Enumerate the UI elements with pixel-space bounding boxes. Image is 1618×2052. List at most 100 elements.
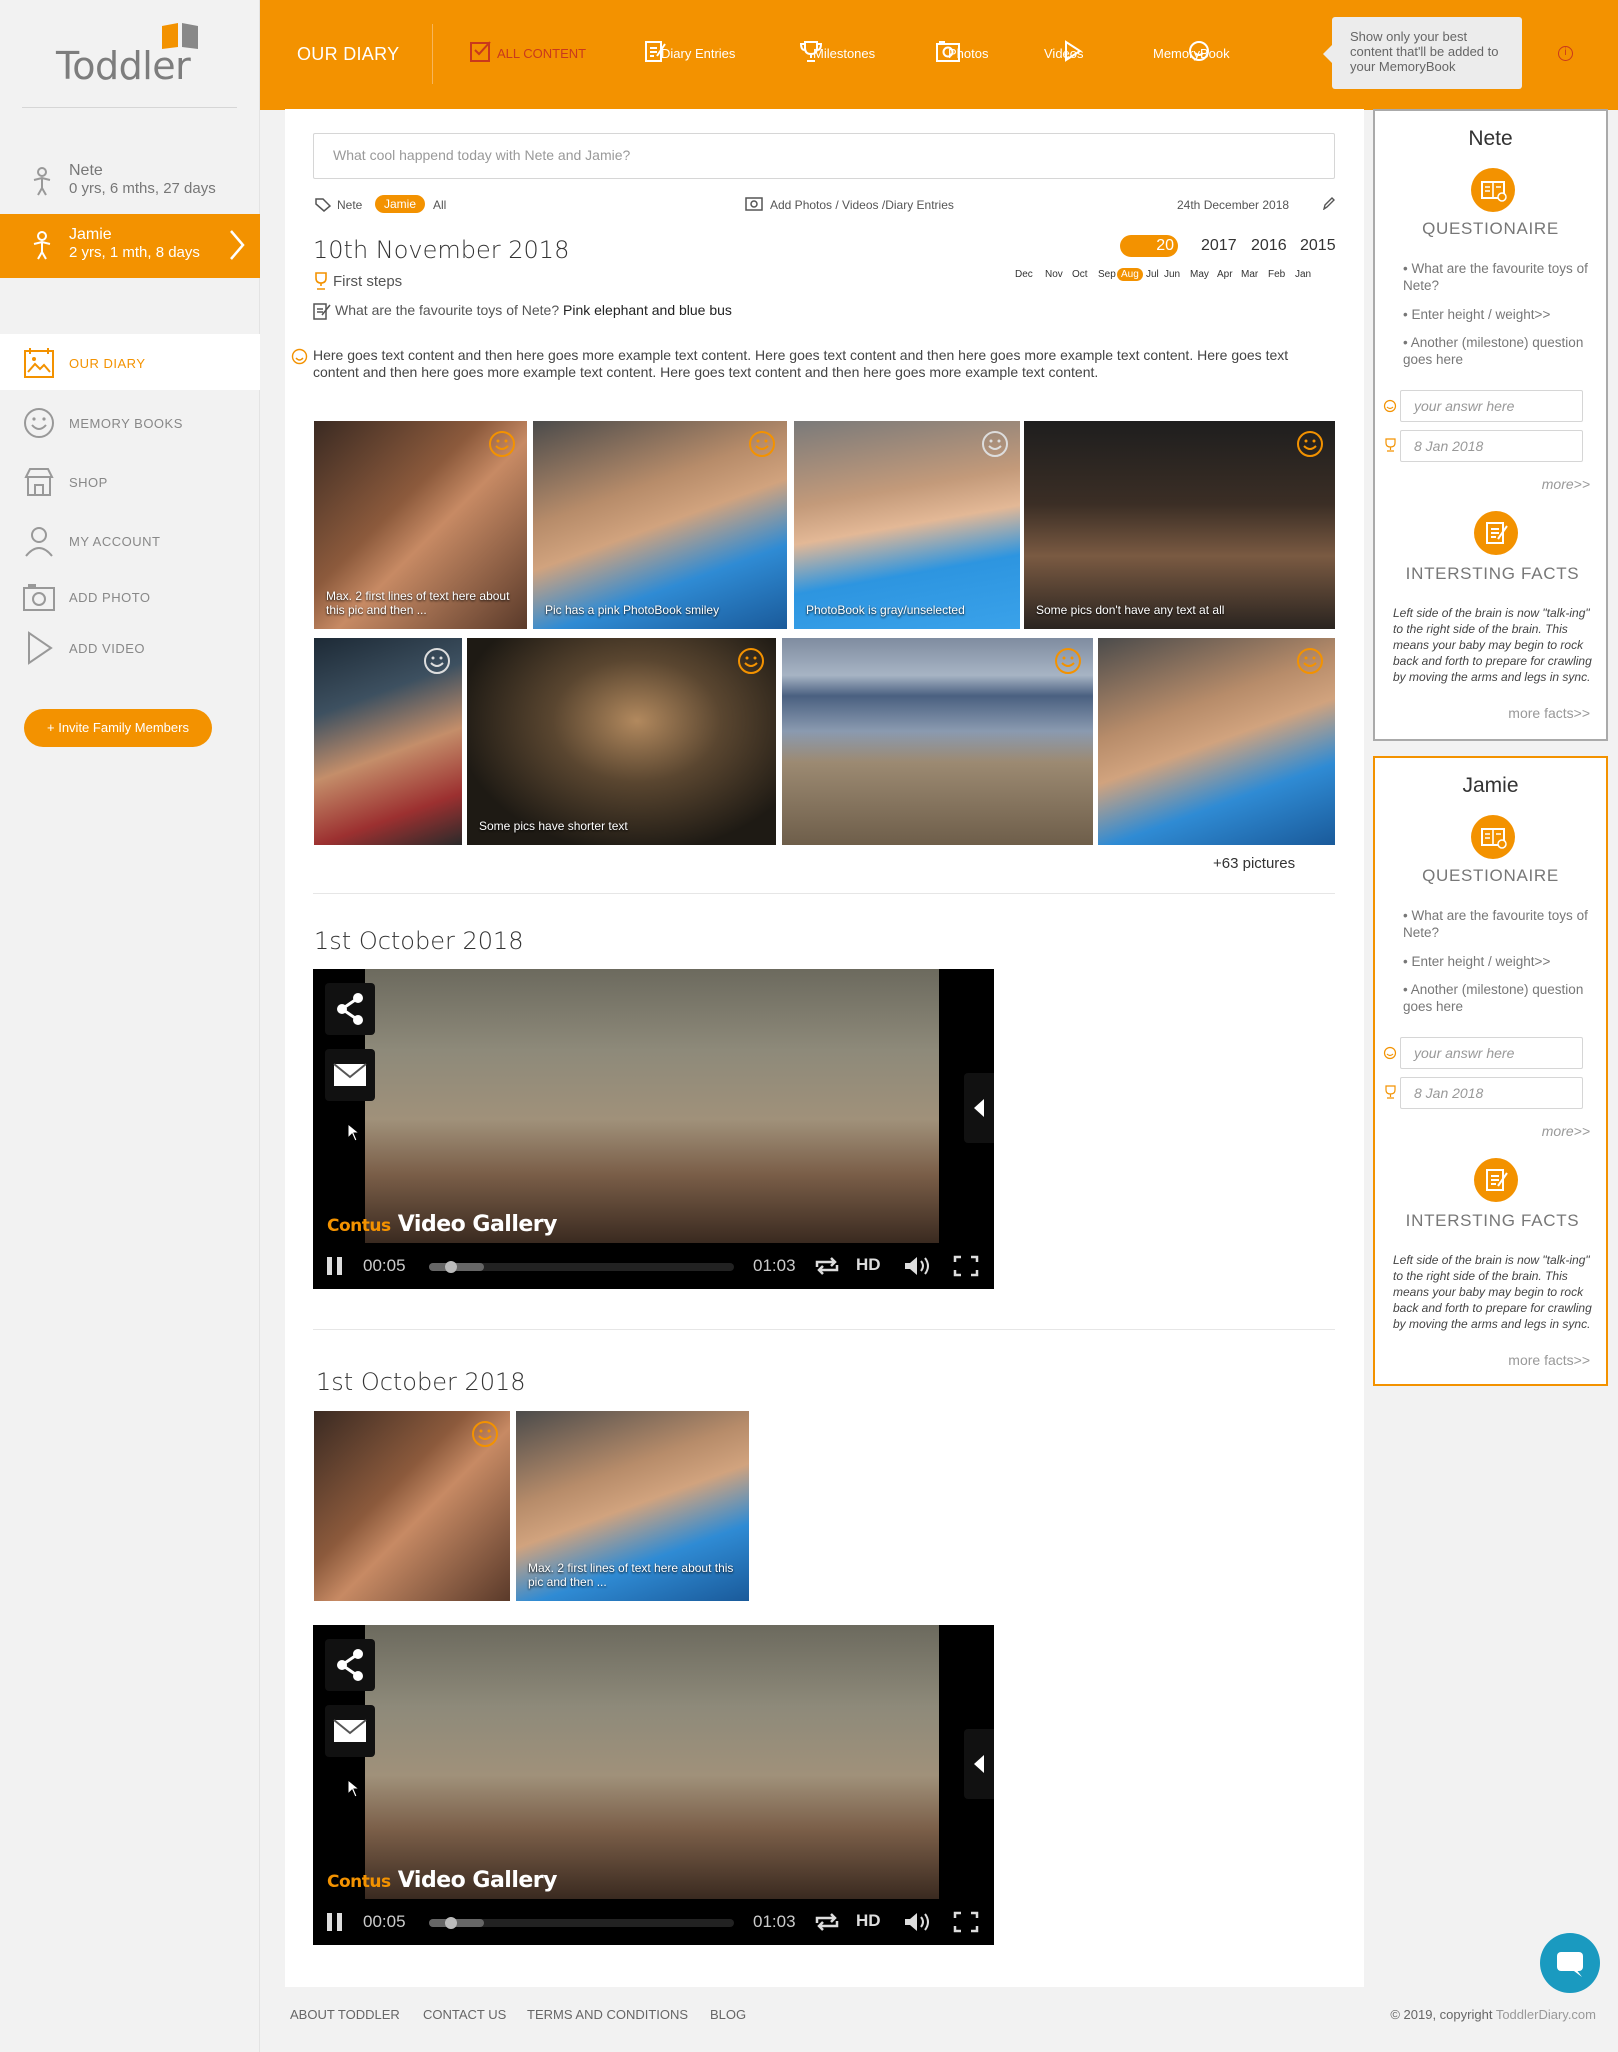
email-button[interactable] bbox=[325, 1705, 375, 1757]
photo-tile[interactable]: Some pics have shorter text bbox=[467, 638, 776, 845]
child-item-nete[interactable]: Nete 0 yrs, 6 mths, 27 days bbox=[0, 150, 260, 214]
video-controls: 00:05 01:03 HD bbox=[313, 1899, 994, 1945]
loop-icon[interactable] bbox=[813, 1911, 841, 1933]
photo-tile[interactable]: Max. 2 first lines of text here about th… bbox=[314, 421, 527, 629]
sidebar-item-add-photo[interactable]: ADD PHOTO bbox=[0, 568, 260, 624]
volume-icon[interactable] bbox=[903, 1255, 933, 1277]
month-item[interactable]: Jun bbox=[1164, 269, 1180, 280]
more-facts-link[interactable]: more facts>> bbox=[1508, 1352, 1590, 1368]
copyright-link[interactable]: ToddlerDiary.com bbox=[1496, 2007, 1596, 2022]
photo-tile[interactable] bbox=[1098, 638, 1335, 845]
footer-link-blog[interactable]: BLOG bbox=[710, 2007, 746, 2022]
month-item[interactable]: Sep bbox=[1098, 269, 1116, 280]
smiley-icon[interactable] bbox=[747, 429, 777, 459]
smiley-icon[interactable] bbox=[736, 646, 766, 676]
smiley-icon[interactable] bbox=[422, 646, 452, 676]
month-item[interactable]: Jul bbox=[1146, 269, 1159, 280]
tag-nete[interactable]: Nete bbox=[337, 198, 362, 212]
chat-button[interactable] bbox=[1540, 1933, 1600, 1993]
sidebar-item-our-diary[interactable]: OUR DIARY bbox=[0, 334, 260, 390]
side-panel-toggle[interactable] bbox=[964, 1729, 994, 1799]
tag-jamie[interactable]: Jamie bbox=[375, 195, 426, 213]
smiley-icon[interactable] bbox=[1295, 429, 1325, 459]
sidebar-item-my-account[interactable]: MY ACCOUNT bbox=[0, 512, 260, 568]
smiley-icon[interactable] bbox=[487, 429, 517, 459]
email-button[interactable] bbox=[325, 1049, 375, 1101]
footer-link-contact[interactable]: CONTACT US bbox=[423, 2007, 506, 2022]
sidebar-item-memory-books[interactable]: MEMORY BOOKS bbox=[0, 394, 260, 450]
photo-tile[interactable]: Max. 2 first lines of text here about th… bbox=[516, 1411, 749, 1601]
photo-tile[interactable] bbox=[314, 638, 462, 845]
smiley-icon[interactable] bbox=[980, 429, 1010, 459]
add-media-link[interactable]: Add Photos / Videos /Diary Entries bbox=[770, 198, 954, 212]
more-facts-link[interactable]: more facts>> bbox=[1508, 705, 1590, 721]
volume-icon[interactable] bbox=[903, 1911, 933, 1933]
invite-family-button[interactable]: + Invite Family Members bbox=[24, 709, 212, 747]
share-button[interactable] bbox=[325, 1639, 375, 1691]
loop-icon[interactable] bbox=[813, 1255, 841, 1277]
share-button[interactable] bbox=[325, 983, 375, 1035]
hd-toggle[interactable]: HD bbox=[856, 1911, 881, 1931]
month-item[interactable]: Jan bbox=[1295, 269, 1311, 280]
footer-link-terms[interactable]: TERMS AND CONDITIONS bbox=[527, 2007, 688, 2022]
side-panel-toggle[interactable] bbox=[964, 1073, 994, 1143]
pause-icon[interactable] bbox=[325, 1256, 345, 1276]
question-text: What are the favourite toys of Nete? bbox=[335, 302, 560, 318]
month-item[interactable]: Oct bbox=[1072, 269, 1088, 280]
progress-handle[interactable] bbox=[445, 1261, 457, 1273]
month-item[interactable]: Apr bbox=[1217, 269, 1233, 280]
question-item[interactable]: • Another (milestone) question goes here bbox=[1403, 334, 1593, 368]
footer-link-about[interactable]: ABOUT TODDLER bbox=[290, 2007, 400, 2022]
logo[interactable]: Toddler bbox=[56, 22, 198, 88]
date-input[interactable]: 8 Jan 2018 bbox=[1400, 430, 1583, 462]
progress-handle[interactable] bbox=[445, 1917, 457, 1929]
date-input[interactable]: 8 Jan 2018 bbox=[1400, 1077, 1583, 1109]
hd-toggle[interactable]: HD bbox=[856, 1255, 881, 1275]
fullscreen-icon[interactable] bbox=[953, 1911, 979, 1933]
post-input[interactable]: What cool happend today with Nete and Ja… bbox=[313, 133, 1335, 179]
month-item[interactable]: Feb bbox=[1268, 269, 1285, 280]
month-item[interactable]: Mar bbox=[1241, 269, 1258, 280]
year-selected[interactable]: 20 bbox=[1120, 235, 1178, 257]
month-item[interactable]: May bbox=[1190, 269, 1209, 280]
questionnaire-title: QUESTIONAIRE bbox=[1422, 219, 1559, 238]
pencil-icon[interactable] bbox=[1323, 197, 1335, 210]
video-progress[interactable] bbox=[429, 1261, 734, 1273]
question-item[interactable]: • What are the favourite toys of Nete? bbox=[1403, 907, 1593, 941]
fullscreen-icon[interactable] bbox=[953, 1255, 979, 1277]
info-icon[interactable]: i bbox=[1558, 46, 1573, 61]
photo-tile[interactable]: PhotoBook is gray/unselected bbox=[794, 421, 1020, 629]
question-item[interactable]: • What are the favourite toys of Nete? bbox=[1403, 260, 1593, 294]
smiley-icon[interactable] bbox=[1295, 646, 1325, 676]
more-link[interactable]: more>> bbox=[1542, 1123, 1590, 1139]
more-link[interactable]: more>> bbox=[1542, 476, 1590, 492]
question-item[interactable]: • Enter height / weight>> bbox=[1403, 953, 1593, 970]
sidebar-item-add-video[interactable]: ADD VIDEO bbox=[0, 619, 260, 675]
photo-tile[interactable] bbox=[314, 1411, 510, 1601]
pause-icon[interactable] bbox=[325, 1912, 345, 1932]
more-pictures-link[interactable]: +63 pictures bbox=[1213, 855, 1295, 872]
month-item[interactable]: Dec bbox=[1015, 269, 1033, 280]
composer-date[interactable]: 24th December 2018 bbox=[1177, 198, 1289, 212]
answer-input[interactable]: your answr here bbox=[1400, 390, 1583, 422]
question-item[interactable]: • Another (milestone) question goes here bbox=[1403, 981, 1593, 1015]
video-progress[interactable] bbox=[429, 1917, 734, 1929]
child-item-jamie[interactable]: Jamie 2 yrs, 1 mth, 8 days bbox=[0, 214, 260, 278]
year-2015[interactable]: 2015 bbox=[1300, 237, 1336, 255]
year-2016[interactable]: 2016 bbox=[1251, 237, 1287, 255]
sidebar-item-shop[interactable]: SHOP bbox=[0, 453, 260, 509]
smiley-icon[interactable] bbox=[470, 1419, 500, 1449]
photo-tile[interactable] bbox=[782, 638, 1093, 845]
answer-input[interactable]: your answr here bbox=[1400, 1037, 1583, 1069]
smiley-icon[interactable] bbox=[1053, 646, 1083, 676]
question-item[interactable]: • Enter height / weight>> bbox=[1403, 306, 1593, 323]
video-player[interactable]: Contus Video Gallery 00:05 01:03 HD bbox=[313, 1625, 994, 1945]
sidebar-item-label: MEMORY BOOKS bbox=[69, 416, 183, 431]
video-player[interactable]: Contus Video Gallery 00:05 01:03 HD bbox=[313, 969, 994, 1289]
year-2017[interactable]: 2017 bbox=[1201, 237, 1237, 255]
tag-all[interactable]: All bbox=[433, 198, 446, 212]
month-item[interactable]: Nov bbox=[1045, 269, 1063, 280]
photo-tile[interactable]: Pic has a pink PhotoBook smiley bbox=[533, 421, 787, 629]
photo-tile[interactable]: Some pics don't have any text at all bbox=[1024, 421, 1335, 629]
month-item-selected[interactable]: Aug bbox=[1117, 268, 1143, 281]
